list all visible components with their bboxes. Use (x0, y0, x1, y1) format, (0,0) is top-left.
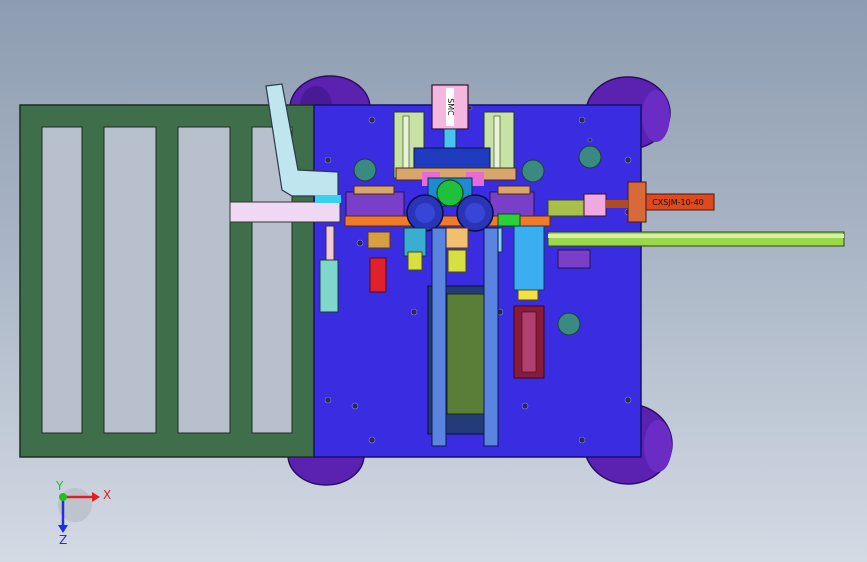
cylinder-body (627, 181, 647, 223)
center-block (413, 147, 491, 171)
top-block-label: SMC (446, 98, 455, 116)
axis-z-label: Z (59, 533, 67, 547)
red-block (369, 257, 387, 293)
cylinder-label: CXSJM-10-40 (652, 198, 704, 207)
frame-slot-2 (103, 126, 157, 434)
green-knob (436, 179, 464, 207)
axis-x-label: X (103, 488, 111, 502)
boss-right (578, 145, 602, 169)
boss-mid (521, 159, 545, 183)
green-frame (19, 104, 317, 458)
cyan-rod (319, 259, 339, 313)
pusher-bar (229, 201, 341, 223)
boss-left (353, 158, 377, 182)
cad-assembly-view: SMC CXSJM-10-40 X Y Z (19, 75, 845, 547)
axis-triad: X Y Z (55, 479, 111, 547)
boss-lower (557, 312, 581, 336)
axis-y-label: Y (55, 479, 64, 493)
frame-slot-1 (41, 126, 83, 434)
frame-slot-3 (177, 126, 231, 434)
small-cylinder (513, 225, 545, 291)
